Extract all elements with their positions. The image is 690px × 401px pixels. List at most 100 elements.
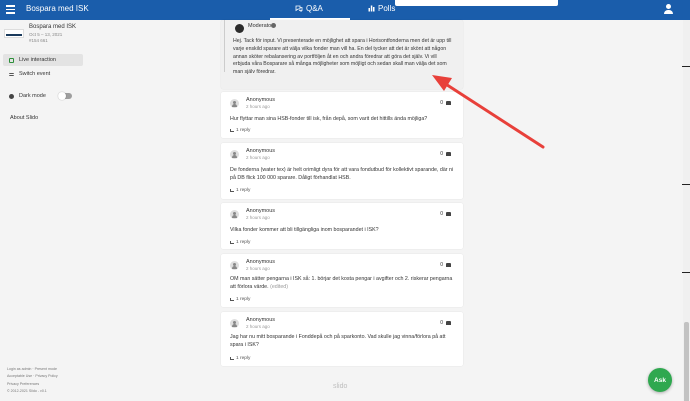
like-button[interactable]: 0 <box>440 211 451 217</box>
like-count: 0 <box>440 211 443 217</box>
thumbs-up-icon <box>446 321 451 325</box>
sidebar-item-live-interaction[interactable]: Live interaction <box>3 54 83 66</box>
reply-icon <box>230 357 234 360</box>
user-icon[interactable] <box>663 4 673 15</box>
footer-line[interactable]: Login as admin · Present mode <box>7 366 58 373</box>
question-time: 2 hours ago <box>246 324 270 329</box>
question-card: Anonymous 2 hours ago 0 Vilka fonder kom… <box>221 203 463 249</box>
scrollbar[interactable] <box>683 20 690 401</box>
question-text-body: Hur flyttar man sina HSB-fonder till isk… <box>230 116 428 122</box>
moderator-avatar <box>235 24 244 33</box>
footer-line[interactable]: Acceptable Use · Privacy Policy <box>7 373 58 380</box>
edited-label: (edited) <box>270 283 289 290</box>
thread-line <box>224 20 225 72</box>
like-button[interactable]: 0 <box>440 262 451 268</box>
moderator-name: Moderator <box>248 23 274 29</box>
event-code: #154 661 <box>29 38 48 43</box>
anonymous-avatar <box>230 261 239 270</box>
question-time: 2 hours ago <box>246 215 270 220</box>
footer-line: © 2012-2021 Slido - v0.1 <box>7 389 47 394</box>
about-slido-link[interactable]: About Slido <box>10 115 38 121</box>
footer-line[interactable]: Privacy Preferences <box>7 381 58 388</box>
tab-qa-label: Q&A <box>306 4 323 13</box>
tab-polls[interactable]: Polls <box>368 4 395 13</box>
question-text-body: OM man sätter pengarna i ISK så: 1. börj… <box>230 276 453 290</box>
tab-qa[interactable]: Q&A <box>295 4 323 13</box>
dark-mode-toggle[interactable] <box>58 92 72 100</box>
reply-link[interactable]: 1 reply <box>230 240 250 245</box>
popup-panel <box>395 0 558 6</box>
scroll-thumb[interactable] <box>684 322 689 401</box>
verified-icon <box>271 23 276 28</box>
question-author: Anonymous <box>246 208 276 214</box>
reply-link[interactable]: 1 reply <box>230 128 250 133</box>
like-button[interactable]: 0 <box>440 151 451 157</box>
sidebar-item-switch-event[interactable]: Switch event <box>3 68 83 80</box>
event-dates: Oct 5 – 13, 2021 <box>29 32 63 37</box>
event-thumbnail <box>4 29 24 38</box>
question-author: Anonymous <box>246 97 276 103</box>
reply-label: 1 reply <box>236 356 251 361</box>
ask-button[interactable]: Ask <box>648 368 672 392</box>
question-card: Anonymous 2 hours ago 0 De fonderna (wat… <box>221 143 463 199</box>
thumbs-up-icon <box>446 212 451 216</box>
menu-icon[interactable] <box>6 5 15 14</box>
question-text: De fonderna (water tex) är helt orimligt… <box>230 167 456 182</box>
question-text: Jag har nu mitt bosparande i Fonddepå oc… <box>230 334 456 349</box>
reply-link[interactable]: 1 reply <box>230 297 250 302</box>
like-button[interactable]: 0 <box>440 100 451 106</box>
event-name: Bospara med ISK <box>29 24 77 30</box>
moderator-answer-text: Hej. Tack för input. Vi presenterade en … <box>233 38 452 76</box>
qa-icon <box>295 5 303 12</box>
event-title: Bospara med ISK <box>26 4 89 13</box>
reply-link[interactable]: 1 reply <box>230 356 250 361</box>
question-author: Anonymous <box>246 317 276 323</box>
like-count: 0 <box>440 262 443 268</box>
reply-icon <box>230 298 234 301</box>
question-time: 2 hours ago <box>246 266 270 271</box>
switch-icon <box>9 72 14 76</box>
sidebar: Bospara med ISK Oct 5 – 13, 2021 #154 66… <box>0 20 86 401</box>
question-author: Anonymous <box>246 148 276 154</box>
question-text-body: Vilka fonder kommer att bli tillgängliga… <box>230 227 379 233</box>
anonymous-avatar <box>230 319 239 328</box>
question-card: Anonymous 2 hours ago 0 Hur flyttar man … <box>221 92 463 138</box>
tab-polls-label: Polls <box>378 4 396 13</box>
reply-icon <box>230 129 234 132</box>
slido-logo: slido <box>333 383 348 390</box>
top-bar: Bospara med ISK Q&A Polls <box>0 0 690 20</box>
anonymous-avatar <box>230 150 239 159</box>
sidebar-item-label: Live interaction <box>19 57 56 63</box>
footer-links: Login as admin · Present mode Acceptable… <box>7 366 58 396</box>
anonymous-avatar <box>230 210 239 219</box>
edge-mark <box>682 66 690 67</box>
question-author: Anonymous <box>246 259 276 265</box>
polls-icon <box>368 5 375 12</box>
reply-link[interactable]: 1 reply <box>230 188 250 193</box>
thumbs-up-icon <box>446 152 451 156</box>
question-card: Anonymous 2 hours ago 0 OM man sätter pe… <box>221 254 463 307</box>
reply-icon <box>230 189 234 192</box>
question-text-body: Jag har nu mitt bosparande i Fonddepå oc… <box>230 334 446 348</box>
live-interaction-icon <box>9 57 14 63</box>
sidebar-item-label: Dark mode <box>19 93 46 99</box>
like-button[interactable]: 0 <box>440 320 451 326</box>
moderator-answer-card: Moderator Hej. Tack för input. Vi presen… <box>221 20 463 89</box>
question-time: 2 hours ago <box>246 104 270 109</box>
reply-label: 1 reply <box>236 188 251 193</box>
reply-label: 1 reply <box>236 128 251 133</box>
question-card: Anonymous 2 hours ago 0 Jag har nu mitt … <box>221 312 463 366</box>
like-count: 0 <box>440 320 443 326</box>
thumbs-up-icon <box>446 263 451 267</box>
like-count: 0 <box>440 100 443 106</box>
moon-icon <box>9 93 14 99</box>
question-text: OM man sätter pengarna i ISK så: 1. börj… <box>230 276 456 291</box>
question-time: 2 hours ago <box>246 155 270 160</box>
edge-mark <box>682 272 690 273</box>
sidebar-item-label: Switch event <box>19 71 51 77</box>
reply-label: 1 reply <box>236 240 251 245</box>
question-text-body: De fonderna (water tex) är helt orimligt… <box>230 167 454 181</box>
like-count: 0 <box>440 151 443 157</box>
question-text: Hur flyttar man sina HSB-fonder till isk… <box>230 116 456 124</box>
question-text: Vilka fonder kommer att bli tillgängliga… <box>230 227 456 235</box>
